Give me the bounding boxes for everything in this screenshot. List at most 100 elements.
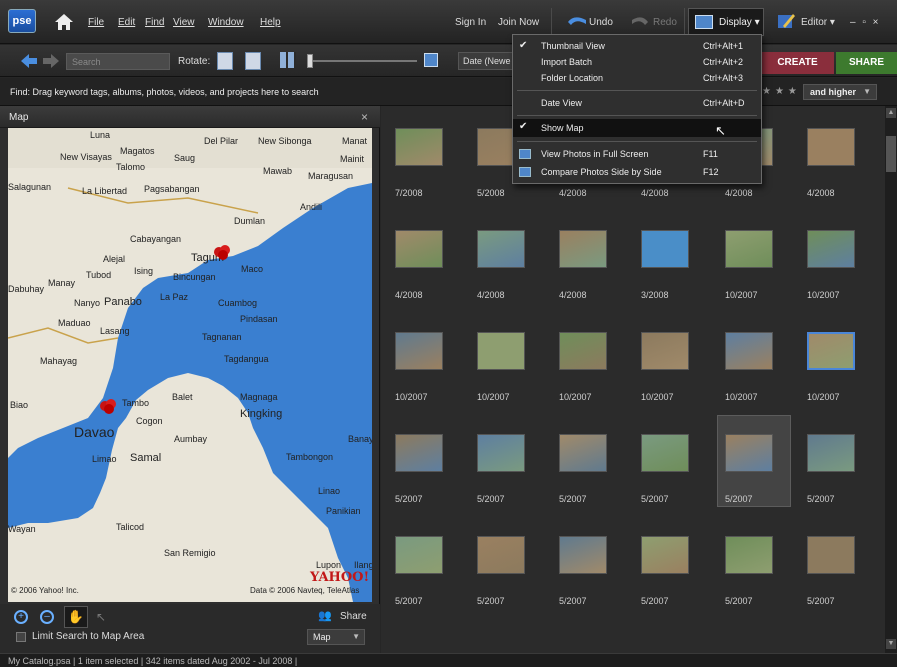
undo-icon[interactable] <box>566 14 588 28</box>
editor-icon[interactable] <box>777 12 795 30</box>
rating-filter-select[interactable]: and higher ▼ <box>803 84 877 100</box>
vertical-scrollbar[interactable]: ▲ ▼ <box>885 106 897 653</box>
share-map-button[interactable]: Share <box>340 611 367 622</box>
photo-thumbnail[interactable] <box>641 230 689 268</box>
photo-thumbnail[interactable] <box>807 332 855 370</box>
scroll-up-icon[interactable]: ▲ <box>886 108 896 118</box>
map-place-label: Biao <box>10 400 29 410</box>
map-place-label: Talomo <box>116 162 146 172</box>
map-place-label: Salagunan <box>8 182 52 192</box>
slider-handle[interactable] <box>307 54 313 68</box>
menu-item-import-batch[interactable]: Import Batch Ctrl+Alt+2 <box>513 54 761 70</box>
share-map-icon[interactable]: 👥 <box>318 609 332 622</box>
map-mode-select[interactable]: Map ▼ <box>307 629 365 645</box>
photo-thumbnail[interactable] <box>725 434 773 472</box>
status-text: My Catalog.psa | 1 item selected | 342 i… <box>8 656 298 666</box>
hand-tool-icon[interactable]: ✋ <box>64 606 88 628</box>
photo-thumbnail[interactable] <box>641 332 689 370</box>
map-place-label: Kingking <box>240 408 283 420</box>
editor-button[interactable]: Editor ▾ <box>801 17 835 28</box>
photo-thumbnail[interactable] <box>477 332 525 370</box>
display-label: Display ▾ <box>719 17 760 28</box>
photo-thumbnail[interactable] <box>725 230 773 268</box>
menu-item-show-map[interactable]: ✔ Show Map ↖ <box>513 119 761 138</box>
undo-button[interactable]: Undo <box>589 17 613 28</box>
photo-thumbnail[interactable] <box>395 536 443 574</box>
photo-date-label: 5/2007 <box>477 596 505 606</box>
share-tab[interactable]: SHARE <box>836 52 897 74</box>
sign-in-link[interactable]: Sign In <box>455 17 486 28</box>
scroll-thumb[interactable] <box>886 136 896 172</box>
compare-icon <box>519 167 531 177</box>
menu-item-thumbnail-view[interactable]: ✔ Thumbnail View Ctrl+Alt+1 <box>513 38 761 54</box>
menu-file[interactable]: File <box>88 17 104 28</box>
photo-thumbnail[interactable] <box>395 230 443 268</box>
back-arrow-icon[interactable] <box>20 53 38 69</box>
photo-date-label: 4/2008 <box>477 290 505 300</box>
photo-thumbnail[interactable] <box>807 434 855 472</box>
menu-item-label: Compare Photos Side by Side <box>541 167 662 177</box>
photo-thumbnail[interactable] <box>641 536 689 574</box>
photo-thumbnail[interactable] <box>725 536 773 574</box>
map-pin-icon[interactable] <box>212 244 232 264</box>
photo-thumbnail[interactable] <box>807 536 855 574</box>
limit-search-checkbox[interactable] <box>16 632 26 642</box>
rotate-right-icon[interactable] <box>245 52 261 70</box>
single-photo-icon[interactable] <box>424 53 438 67</box>
home-icon[interactable] <box>52 11 76 33</box>
menu-edit[interactable]: Edit <box>118 17 135 28</box>
menu-view[interactable]: View <box>173 17 195 28</box>
photo-thumbnail[interactable] <box>395 434 443 472</box>
photo-date-label: 5/2007 <box>725 596 753 606</box>
search-input[interactable]: Search <box>66 53 170 70</box>
photo-thumbnail[interactable] <box>559 332 607 370</box>
rotate-left-icon[interactable] <box>217 52 233 70</box>
photo-thumbnail[interactable] <box>477 434 525 472</box>
scroll-down-icon[interactable]: ▼ <box>886 639 896 649</box>
menu-item-label: Thumbnail View <box>541 41 605 51</box>
menu-item-compare-side-by-side[interactable]: Compare Photos Side by Side F12 <box>513 164 761 180</box>
menu-item-shortcut: Ctrl+Alt+1 <box>703 41 744 51</box>
join-now-link[interactable]: Join Now <box>498 17 539 28</box>
photo-thumbnail[interactable] <box>395 128 443 166</box>
photo-thumbnail[interactable] <box>477 536 525 574</box>
photo-date-label: 4/2008 <box>725 188 753 198</box>
map-place-label: Bincungan <box>173 272 216 282</box>
photo-thumbnail[interactable] <box>807 128 855 166</box>
map-place-label: Manat <box>342 136 368 146</box>
photo-thumbnail[interactable] <box>807 230 855 268</box>
map-place-label: Limao <box>92 454 117 464</box>
grid-view-icon[interactable] <box>280 52 296 68</box>
map-copyright: © 2006 Yahoo! Inc. <box>11 586 79 595</box>
photo-date-label: 10/2007 <box>559 392 592 402</box>
window-controls[interactable]: – ▫ × <box>850 17 881 28</box>
menu-item-label: Folder Location <box>541 73 604 83</box>
close-icon[interactable]: × <box>361 110 368 124</box>
menu-find[interactable]: Find <box>145 17 164 28</box>
map-view[interactable]: Luna Del Pilar New Sibonga Manat New Vis… <box>8 128 372 602</box>
map-pin-icon[interactable] <box>98 398 118 418</box>
menu-window[interactable]: Window <box>208 17 244 28</box>
photo-thumbnail[interactable] <box>725 332 773 370</box>
rating-stars[interactable]: ★★★ <box>762 86 801 97</box>
menu-item-full-screen[interactable]: View Photos in Full Screen F11 <box>513 146 761 162</box>
photo-thumbnail[interactable] <box>559 230 607 268</box>
menu-item-date-view[interactable]: Date View Ctrl+Alt+D <box>513 95 761 111</box>
display-button[interactable]: Display ▾ <box>688 8 764 36</box>
menu-item-folder-location[interactable]: Folder Location Ctrl+Alt+3 <box>513 70 761 86</box>
sort-order-select[interactable]: Date (Newe <box>458 52 518 70</box>
photo-thumbnail[interactable] <box>395 332 443 370</box>
menu-help[interactable]: Help <box>260 17 281 28</box>
pointer-tool-icon[interactable]: ↖ <box>96 610 106 624</box>
photo-thumbnail[interactable] <box>559 434 607 472</box>
photo-thumbnail[interactable] <box>559 536 607 574</box>
zoom-in-icon[interactable]: + <box>14 610 28 624</box>
map-place-label: Luna <box>90 130 111 140</box>
zoom-slider[interactable] <box>307 60 417 62</box>
create-tab[interactable]: CREATE <box>761 52 834 74</box>
zoom-out-icon[interactable]: – <box>40 610 54 624</box>
photo-date-label: 5/2007 <box>725 494 753 504</box>
photo-thumbnail[interactable] <box>641 434 689 472</box>
photo-thumbnail[interactable] <box>477 230 525 268</box>
menu-item-label: Show Map <box>541 123 584 133</box>
